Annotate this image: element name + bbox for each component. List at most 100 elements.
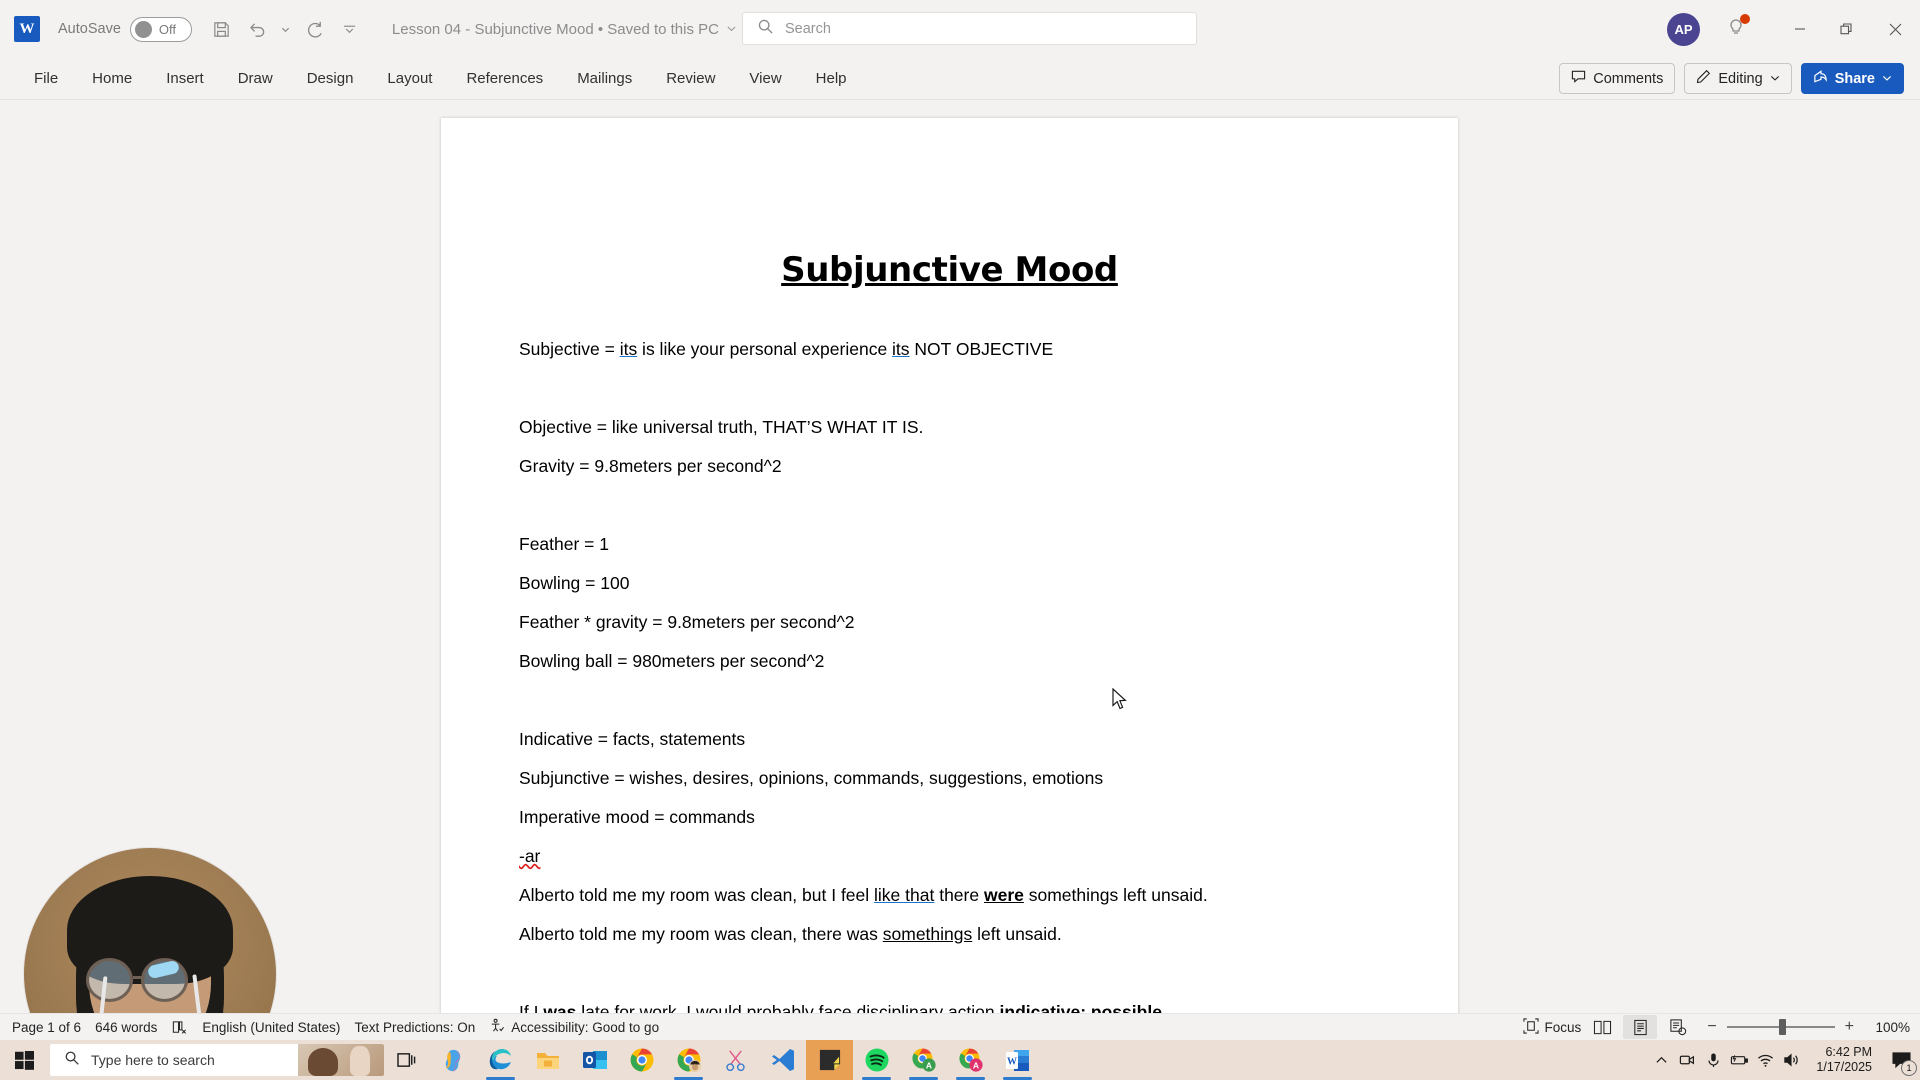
search-box[interactable]: Search bbox=[742, 12, 1197, 45]
tab-review[interactable]: Review bbox=[654, 65, 727, 92]
undo-icon[interactable] bbox=[241, 13, 273, 45]
save-icon[interactable] bbox=[206, 13, 238, 45]
grammar-flag-like-that[interactable]: like that bbox=[874, 885, 934, 905]
sticky-notes-icon[interactable] bbox=[806, 1040, 853, 1080]
text-segment: Alberto told me my room was clean, there… bbox=[519, 924, 883, 944]
avatar[interactable]: AP bbox=[1667, 12, 1700, 46]
svg-text:A: A bbox=[972, 1061, 978, 1071]
restore-icon[interactable] bbox=[1823, 0, 1870, 58]
language-indicator[interactable]: English (United States) bbox=[202, 1020, 340, 1035]
grammar-flag-its-2[interactable]: its bbox=[892, 339, 910, 359]
editing-chevron-down-icon[interactable] bbox=[1770, 71, 1780, 87]
word-count[interactable]: 646 words bbox=[95, 1020, 157, 1035]
redo-icon[interactable] bbox=[299, 13, 331, 45]
copilot-icon[interactable] bbox=[430, 1040, 477, 1080]
glasses-left-lens bbox=[86, 958, 133, 1002]
minimize-icon[interactable] bbox=[1776, 0, 1823, 58]
svg-text:W: W bbox=[1007, 1056, 1017, 1067]
focus-label: Focus bbox=[1544, 1019, 1582, 1035]
customize-quick-access-icon[interactable] bbox=[334, 13, 366, 45]
show-hidden-icons-icon[interactable] bbox=[1648, 1040, 1674, 1080]
zoom-track[interactable] bbox=[1726, 1019, 1835, 1035]
clock[interactable]: 6:42 PM 1/17/2025 bbox=[1816, 1045, 1872, 1075]
taskbar: Type here to search A A W 6:42 PM 1/17/2… bbox=[0, 1040, 1920, 1080]
text-segment: Subjective = bbox=[519, 339, 620, 359]
text-predictions-indicator[interactable]: Text Predictions: On bbox=[354, 1020, 475, 1035]
chrome-profile-pink-icon[interactable]: A bbox=[947, 1040, 994, 1080]
paragraph-if-i-was: If I was late for work, I would probably… bbox=[519, 993, 1380, 1013]
read-mode-icon[interactable] bbox=[1585, 1015, 1619, 1039]
zoom-thumb[interactable] bbox=[1778, 1019, 1786, 1035]
proofing-errors-icon[interactable] bbox=[171, 1019, 188, 1036]
text-segment: left unsaid. bbox=[972, 924, 1062, 944]
camera-icon[interactable] bbox=[1674, 1040, 1700, 1080]
volume-icon[interactable] bbox=[1778, 1040, 1804, 1080]
close-icon[interactable] bbox=[1870, 0, 1920, 58]
editing-mode-button[interactable]: Editing bbox=[1684, 63, 1792, 94]
microsoft-word-icon[interactable]: W bbox=[994, 1040, 1041, 1080]
chrome-profile-green-icon[interactable]: A bbox=[900, 1040, 947, 1080]
paragraph-blank bbox=[519, 681, 1380, 720]
google-chrome-profile-icon[interactable] bbox=[665, 1040, 712, 1080]
windows-start-icon[interactable] bbox=[0, 1040, 48, 1080]
ribbon-right-controls: Comments Editing Share bbox=[1559, 63, 1904, 94]
google-chrome-icon[interactable] bbox=[618, 1040, 665, 1080]
document-title-chevron-down-icon[interactable] bbox=[726, 21, 737, 38]
taskbar-search-placeholder: Type here to search bbox=[91, 1052, 215, 1068]
outlook-icon[interactable] bbox=[571, 1040, 618, 1080]
focus-mode-button[interactable]: Focus bbox=[1522, 1017, 1582, 1037]
status-bar-right: Focus − + 100% bbox=[1509, 1015, 1910, 1039]
zoom-in-button[interactable]: + bbox=[1845, 1018, 1854, 1036]
file-explorer-icon[interactable] bbox=[524, 1040, 571, 1080]
taskbar-search-box[interactable]: Type here to search bbox=[50, 1044, 384, 1076]
document-title-area[interactable]: Lesson 04 - Subjunctive Mood • Saved to … bbox=[392, 21, 737, 38]
search-highlight-thumbnail[interactable] bbox=[298, 1044, 384, 1076]
task-view-icon[interactable] bbox=[384, 1040, 430, 1080]
share-button[interactable]: Share bbox=[1800, 63, 1904, 94]
focus-icon bbox=[1522, 1017, 1539, 1037]
tab-mailings[interactable]: Mailings bbox=[565, 65, 644, 92]
accessibility-indicator[interactable]: Accessibility: Good to go bbox=[489, 1018, 659, 1037]
tab-references[interactable]: References bbox=[454, 65, 555, 92]
search-icon bbox=[64, 1050, 80, 1071]
tab-design[interactable]: Design bbox=[295, 65, 366, 92]
webcam-overlay[interactable] bbox=[24, 848, 276, 1013]
document-page[interactable]: Subjunctive Mood Subjective = its is lik… bbox=[441, 118, 1458, 1013]
wifi-icon[interactable] bbox=[1752, 1040, 1778, 1080]
tab-insert[interactable]: Insert bbox=[154, 65, 216, 92]
snipping-tool-icon[interactable] bbox=[712, 1040, 759, 1080]
spelling-flag-ar[interactable]: -ar bbox=[519, 846, 540, 866]
vs-code-icon[interactable] bbox=[759, 1040, 806, 1080]
paragraph-alberto-1: Alberto told me my room was clean, but I… bbox=[519, 876, 1380, 915]
print-layout-icon[interactable] bbox=[1623, 1015, 1658, 1039]
word-logo-icon: W bbox=[14, 16, 40, 42]
document-canvas[interactable]: Subjunctive Mood Subjective = its is lik… bbox=[0, 100, 1920, 1013]
notifications-icon[interactable]: 1 bbox=[1882, 1040, 1920, 1080]
share-chevron-down-icon[interactable] bbox=[1882, 71, 1892, 87]
undo-dropdown-chevron-down-icon[interactable] bbox=[276, 13, 296, 45]
page-indicator[interactable]: Page 1 of 6 bbox=[12, 1020, 81, 1035]
tab-home[interactable]: Home bbox=[80, 65, 144, 92]
autosave-state: Off bbox=[158, 21, 176, 37]
comments-button[interactable]: Comments bbox=[1559, 63, 1676, 94]
lightbulb-icon[interactable] bbox=[1726, 13, 1750, 42]
autosave-toggle[interactable]: Off bbox=[129, 16, 192, 42]
zoom-level[interactable]: 100% bbox=[1870, 1020, 1910, 1035]
tab-layout[interactable]: Layout bbox=[375, 65, 444, 92]
search-placeholder: Search bbox=[785, 20, 831, 37]
zoom-out-button[interactable]: − bbox=[1707, 1018, 1716, 1036]
battery-icon[interactable] bbox=[1726, 1040, 1752, 1080]
microsoft-edge-icon[interactable] bbox=[477, 1040, 524, 1080]
web-layout-icon[interactable] bbox=[1661, 1015, 1695, 1039]
tab-file[interactable]: File bbox=[22, 65, 70, 92]
tab-help[interactable]: Help bbox=[804, 65, 859, 92]
tab-view[interactable]: View bbox=[737, 65, 793, 92]
thumbnail-figure-right bbox=[350, 1046, 370, 1076]
pencil-icon bbox=[1696, 69, 1711, 88]
microphone-icon[interactable] bbox=[1700, 1040, 1726, 1080]
spotify-icon[interactable] bbox=[853, 1040, 900, 1080]
tab-draw[interactable]: Draw bbox=[226, 65, 285, 92]
grammar-flag-its-1[interactable]: its bbox=[620, 339, 638, 359]
zoom-slider[interactable]: − + bbox=[1707, 1018, 1854, 1036]
document-body[interactable]: Subjective = its is like your personal e… bbox=[441, 330, 1458, 1013]
